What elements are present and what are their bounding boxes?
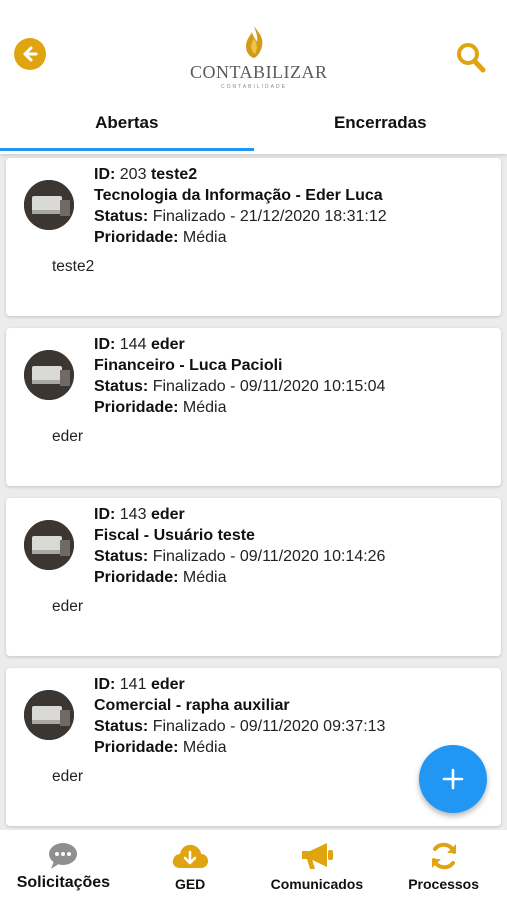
nav-item-comunicados[interactable]: Comunicados: [254, 830, 381, 900]
ticket-id-line: ID: 141 eder: [94, 676, 185, 693]
tab-bar: Abertas Encerradas: [0, 100, 507, 154]
ticket-status: Finalizado - 09/11/2020 10:15:04: [152, 378, 386, 395]
avatar: [24, 180, 74, 230]
ticket-card[interactable]: ID: 141 eder Comercial - rapha auxiliar …: [6, 668, 501, 826]
ticket-department: Fiscal - Usuário teste: [94, 527, 255, 544]
nav-item-processos[interactable]: Processos: [380, 830, 507, 900]
ticket-id: 143: [119, 506, 147, 523]
avatar: [24, 350, 74, 400]
tab-abertas[interactable]: Abertas: [0, 100, 254, 154]
arrow-left-icon: [23, 46, 38, 62]
ticket-card[interactable]: ID: 143 eder Fiscal - Usuário teste Stat…: [6, 498, 501, 656]
flame-logo-icon: [246, 26, 263, 58]
back-button[interactable]: [14, 38, 46, 70]
ticket-id: 203: [119, 166, 147, 183]
nav-item-ged[interactable]: GED: [127, 830, 254, 900]
ticket-info: ID: 141 eder Comercial - rapha auxiliar …: [94, 674, 493, 758]
avatar: [24, 690, 74, 740]
search-button[interactable]: [453, 40, 489, 76]
nav-label: GED: [174, 876, 206, 892]
megaphone-icon: [301, 843, 333, 869]
ticket-card[interactable]: ID: 144 eder Financeiro - Luca Pacioli S…: [6, 328, 501, 486]
ticket-status: Finalizado - 21/12/2020 18:31:12: [152, 208, 387, 225]
bottom-nav: Solicitações GED Comunicados Processos: [0, 830, 507, 900]
add-ticket-button[interactable]: [419, 745, 487, 813]
ticket-description: eder: [52, 598, 84, 615]
ticket-title: teste2: [150, 166, 198, 183]
logo-title: CONTABILIZAR: [190, 62, 328, 82]
ticket-status: Finalizado - 09/11/2020 09:37:13: [152, 718, 386, 735]
tab-encerradas[interactable]: Encerradas: [254, 100, 507, 154]
nav-label: Solicitações: [16, 874, 111, 891]
ticket-card[interactable]: ID: 203 teste2 Tecnologia da Informação …: [6, 158, 501, 316]
logo: CONTABILIZAR CONTABILIDADE: [190, 24, 328, 96]
ticket-department: Tecnologia da Informação - Eder Luca: [94, 187, 383, 204]
avatar: [24, 520, 74, 570]
ticket-id-line: ID: 143 eder: [94, 506, 185, 523]
search-icon: [457, 43, 486, 73]
ticket-priority: Média: [182, 399, 227, 416]
ticket-status: Finalizado - 09/11/2020 10:14:26: [152, 548, 386, 565]
nav-label: Processos: [408, 876, 480, 892]
ticket-department: Financeiro - Luca Pacioli: [94, 357, 283, 374]
cloud-download-icon: [172, 844, 209, 868]
app-header: CONTABILIZAR CONTABILIDADE: [0, 0, 507, 100]
plus-icon: [442, 768, 464, 790]
ticket-info: ID: 144 eder Financeiro - Luca Pacioli S…: [94, 334, 493, 418]
nav-label: Comunicados: [270, 876, 364, 892]
ticket-description: eder: [52, 768, 84, 785]
ticket-priority: Média: [182, 569, 227, 586]
ticket-id: 141: [119, 676, 147, 693]
ticket-title: eder: [150, 506, 185, 523]
nav-item-solicitacoes[interactable]: Solicitações: [0, 830, 127, 900]
refresh-icon: [431, 842, 456, 870]
ticket-info: ID: 203 teste2 Tecnologia da Informação …: [94, 164, 493, 248]
ticket-list[interactable]: ID: 203 teste2 Tecnologia da Informação …: [0, 154, 507, 830]
logo-subtitle: CONTABILIDADE: [221, 84, 287, 90]
ticket-description: eder: [52, 428, 84, 445]
ticket-description: teste2: [52, 258, 95, 275]
ticket-title: eder: [150, 336, 185, 353]
ticket-department: Comercial - rapha auxiliar: [94, 697, 290, 714]
ticket-priority: Média: [182, 229, 227, 246]
ticket-title: eder: [150, 676, 185, 693]
ticket-priority: Média: [182, 739, 227, 756]
ticket-info: ID: 143 eder Fiscal - Usuário teste Stat…: [94, 504, 493, 588]
ticket-id-line: ID: 144 eder: [94, 336, 185, 353]
ticket-id: 144: [119, 336, 147, 353]
chat-bubble-icon: [49, 843, 78, 869]
ticket-id-line: ID: 203 teste2: [94, 166, 198, 183]
